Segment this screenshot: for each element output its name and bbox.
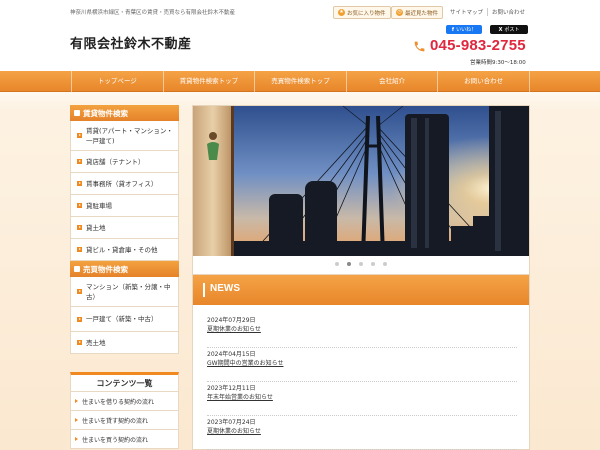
facebook-icon: f: [451, 26, 455, 33]
like-label: いいね！: [456, 27, 477, 33]
content-item-buy-flow[interactable]: 住まいを買う契約の流れ: [70, 430, 179, 449]
sidebar-item-rental-store[interactable]: 貸店舗（テナント）: [70, 151, 179, 173]
news-heading-bar: [203, 283, 205, 297]
news-date: 2023年12月11日: [207, 385, 256, 392]
sale-heading-label: 売買物件検索: [83, 264, 128, 274]
content-item-label: 住まいを買う契約の流れ: [82, 436, 149, 444]
sidebar: 賃貸物件検索 賃貸(アパート・マンション・一戸建て) 貸店舗（テナント） 賃事務…: [70, 105, 179, 449]
favorites-label: お気に入り物件: [347, 10, 386, 17]
recent-label: 最近見た物件: [405, 10, 439, 17]
news-date: 2023年07月24日: [207, 419, 256, 426]
site-tagline: 神奈川県横浜市緑区・青葉区の賃貸・売買なら有限会社鈴木不動産: [70, 10, 236, 16]
hero-slider[interactable]: [192, 105, 530, 275]
slider-dot-active[interactable]: [347, 262, 351, 266]
phone-icon: [414, 41, 425, 52]
content-item-lease-flow[interactable]: 住まいを貸す契約の流れ: [70, 411, 179, 430]
content-item-rent-flow[interactable]: 住まいを借りる契約の流れ: [70, 392, 179, 411]
sidebar-item-rental-land[interactable]: 貸土地: [70, 217, 179, 239]
sidebar-item-label: 貸店舗（テナント）: [86, 157, 145, 166]
global-nav: トップページ 賃貸物件検索トップ 売買物件検索トップ 会社紹介 お問い合わせ: [0, 71, 600, 92]
news-list: 2024年07月29日 夏期休業のお知らせ 2024年04月15日 GW期間中の…: [207, 314, 517, 450]
news-title-link[interactable]: 年末年始営業のお知らせ: [207, 393, 517, 403]
arrow-icon: [77, 340, 82, 345]
star-icon: ★: [338, 9, 345, 16]
slider-dots: [193, 262, 529, 266]
sidebar-item-label: 貸土地: [86, 223, 106, 232]
sidebar-item-label: 売土地: [86, 338, 106, 347]
top-links: サイトマップ お問い合わせ: [446, 8, 529, 16]
slider-dot[interactable]: [359, 262, 363, 266]
sidebar-item-label: 賃事務所（貸オフィス）: [86, 179, 158, 188]
rental-search-heading: 賃貸物件検索: [70, 105, 179, 121]
arrow-icon: [77, 203, 82, 208]
news-heading: NEWS: [210, 283, 240, 294]
site-header: 神奈川県横浜市緑区・青葉区の賃貸・売買なら有限会社鈴木不動産 有限会社鈴木不動産…: [0, 0, 600, 72]
sidebar-item-label: 賃貸(アパート・マンション・一戸建て): [86, 126, 173, 145]
nav-item-company[interactable]: 会社紹介: [345, 71, 438, 92]
business-hours: 営業時間9:30～18:00: [470, 60, 526, 66]
page: 神奈川県横浜市緑区・青葉区の賃貸・売買なら有限会社鈴木不動産 有限会社鈴木不動産…: [0, 0, 600, 450]
clock-icon: ◷: [396, 9, 403, 16]
arrow-icon: [77, 316, 82, 322]
rental-heading-label: 賃貸物件検索: [83, 108, 128, 118]
sidebar-item-label: マンション（新築・分譲・中古）: [86, 282, 171, 301]
sidebar-item-label: 貸駐車場: [86, 201, 112, 210]
news-date: 2024年07月29日: [207, 317, 256, 324]
news-title-link[interactable]: 夏期休業のお知らせ: [207, 325, 517, 335]
nav-item-sale-search[interactable]: 売買物件検索トップ: [254, 71, 346, 92]
slider-dot[interactable]: [383, 262, 387, 266]
arrow-icon: [77, 289, 82, 294]
sidebar-item-rental-parking[interactable]: 貸駐車場: [70, 195, 179, 217]
favorites-button[interactable]: ★ お気に入り物件: [333, 6, 391, 19]
news-title-link[interactable]: GW期間中の営業のお知らせ: [207, 359, 517, 369]
nav-item-top[interactable]: トップページ: [71, 71, 163, 92]
nav-item-rental-search[interactable]: 賃貸物件検索トップ: [162, 71, 255, 92]
content-item-label: 住まいを貸す契約の流れ: [82, 417, 149, 425]
triangle-icon: [75, 418, 78, 422]
content-list-heading: コンテンツ一覧: [70, 372, 179, 392]
sidebar-item-sale-land[interactable]: 売土地: [70, 332, 179, 354]
x-post-button[interactable]: X ポスト: [490, 25, 528, 34]
arrow-icon: [77, 247, 82, 252]
arrow-icon: [77, 181, 82, 186]
sidebar-item-rental-residential[interactable]: 賃貸(アパート・マンション・一戸建て): [70, 121, 179, 151]
post-label: ポスト: [504, 27, 520, 33]
news-title-link[interactable]: 夏期休業のお知らせ: [207, 427, 517, 437]
arrow-icon: [77, 159, 82, 164]
slider-dot[interactable]: [371, 262, 375, 266]
news-item: 2023年07月24日 夏期休業のお知らせ: [207, 416, 517, 450]
news-item: 2024年04月15日 GW期間中の営業のお知らせ: [207, 348, 517, 382]
sidebar-item-rental-office[interactable]: 賃事務所（貸オフィス）: [70, 173, 179, 195]
triangle-icon: [75, 437, 78, 441]
news-date: 2024年04月15日: [207, 351, 256, 358]
facebook-like-button[interactable]: f いいね！: [446, 25, 482, 34]
hero-image: [193, 106, 529, 256]
site-logo[interactable]: 有限会社鈴木不動産: [70, 33, 192, 52]
sidebar-item-sale-mansion[interactable]: マンション（新築・分譲・中古）: [70, 277, 179, 307]
slider-dot[interactable]: [335, 262, 339, 266]
news-item: 2023年12月11日 年末年始営業のお知らせ: [207, 382, 517, 416]
sale-search-heading: 売買物件検索: [70, 261, 179, 277]
recent-button[interactable]: ◷ 最近見た物件: [391, 6, 444, 19]
sitemap-link[interactable]: サイトマップ: [446, 8, 487, 16]
phone-number[interactable]: 045-983-2755: [430, 37, 526, 54]
news-item: 2024年07月29日 夏期休業のお知らせ: [207, 314, 517, 348]
content-item-label: 住まいを借りる契約の流れ: [82, 398, 155, 406]
sidebar-item-rental-building[interactable]: 貸ビル・貸倉庫・その他: [70, 239, 179, 261]
arrow-icon: [77, 133, 82, 138]
contact-link[interactable]: お問い合わせ: [487, 8, 529, 16]
x-icon: X: [498, 26, 503, 33]
sidebar-item-label: 一戸建て（新築・中古）: [86, 315, 158, 323]
search-icon: [74, 110, 80, 116]
search-icon: [74, 266, 80, 272]
nav-item-contact[interactable]: お問い合わせ: [437, 71, 530, 92]
triangle-icon: [75, 399, 78, 403]
sidebar-item-sale-house[interactable]: 一戸建て（新築・中古）: [70, 307, 179, 332]
news-header: NEWS: [193, 275, 529, 305]
arrow-icon: [77, 225, 82, 230]
news-section: NEWS 2024年07月29日 夏期休業のお知らせ 2024年04月15日 G…: [192, 274, 530, 450]
sidebar-item-label: 貸ビル・貸倉庫・その他: [86, 245, 158, 254]
